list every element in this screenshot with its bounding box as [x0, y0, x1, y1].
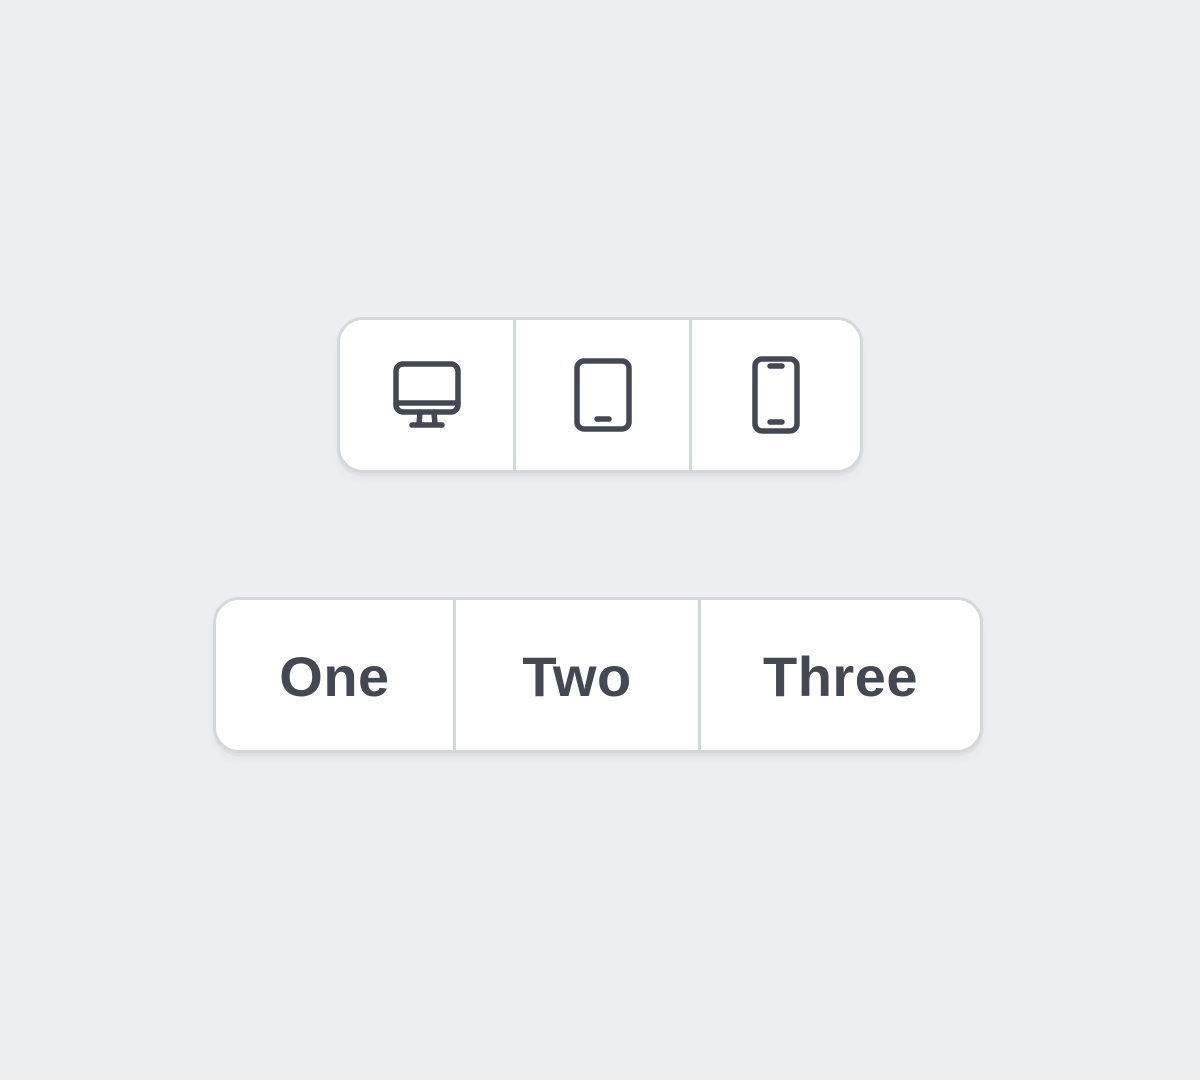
segment-one-button[interactable]: One	[216, 600, 453, 750]
segment-two-button[interactable]: Two	[453, 600, 698, 750]
tablet-view-button[interactable]	[513, 320, 689, 470]
device-switcher	[337, 317, 863, 473]
tablet-icon	[573, 358, 633, 432]
segment-two-label: Two	[522, 644, 632, 708]
phone-view-button[interactable]	[689, 320, 860, 470]
segment-one-label: One	[279, 644, 390, 708]
segment-three-label: Three	[763, 644, 918, 708]
desktop-icon	[392, 360, 462, 430]
segment-three-button[interactable]: Three	[698, 600, 980, 750]
phone-icon	[751, 356, 801, 434]
segmented-control: One Two Three	[213, 597, 983, 753]
desktop-view-button[interactable]	[340, 320, 513, 470]
